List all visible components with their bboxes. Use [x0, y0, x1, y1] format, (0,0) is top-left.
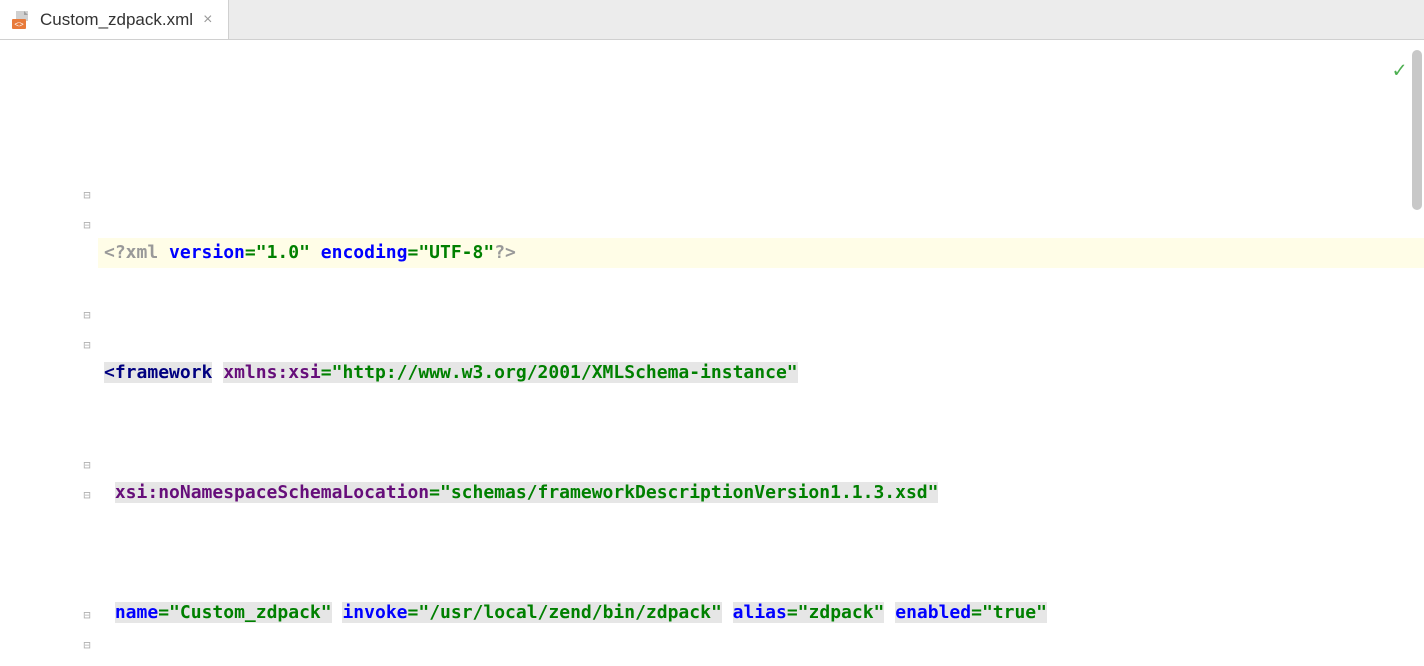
- code-line: <framework xmlns:xsi="http://www.w3.org/…: [98, 358, 1424, 388]
- code-line: name="Custom_zdpack" invoke="/usr/local/…: [98, 598, 1424, 628]
- fold-icon[interactable]: ⊟: [80, 338, 94, 352]
- fold-icon[interactable]: ⊟: [80, 458, 94, 472]
- scrollbar-thumb[interactable]: [1412, 50, 1422, 210]
- fold-icon[interactable]: ⊟: [80, 638, 94, 652]
- fold-icon[interactable]: ⊟: [80, 608, 94, 622]
- fold-icon[interactable]: ⊟: [80, 188, 94, 202]
- code-editor[interactable]: ✓ <?xml version="1.0" encoding="UTF-8"?>…: [98, 40, 1424, 666]
- fold-icon[interactable]: ⊟: [80, 308, 94, 322]
- gutter[interactable]: ⊟ ⊟ ⊟ ⊟ ⊟ ⊟ ⊟ ⊟: [0, 40, 98, 666]
- editor-tab[interactable]: <> Custom_zdpack.xml ×: [0, 0, 229, 39]
- close-icon[interactable]: ×: [201, 11, 214, 29]
- status-ok-icon: ✓: [1393, 56, 1406, 86]
- code-line: <?xml version="1.0" encoding="UTF-8"?>: [98, 238, 1424, 268]
- code-line: xsi:noNamespaceSchemaLocation="schemas/f…: [98, 478, 1424, 508]
- tab-filename: Custom_zdpack.xml: [40, 10, 193, 30]
- svg-text:<>: <>: [14, 20, 24, 29]
- fold-icon[interactable]: ⊟: [80, 218, 94, 232]
- xml-file-icon: <>: [10, 9, 32, 31]
- editor-area: ⊟ ⊟ ⊟ ⊟ ⊟ ⊟ ⊟ ⊟ ✓ <?xml version="1.0" en…: [0, 40, 1424, 666]
- scrollbar[interactable]: [1412, 50, 1422, 646]
- fold-icon[interactable]: ⊟: [80, 488, 94, 502]
- tab-bar: <> Custom_zdpack.xml ×: [0, 0, 1424, 40]
